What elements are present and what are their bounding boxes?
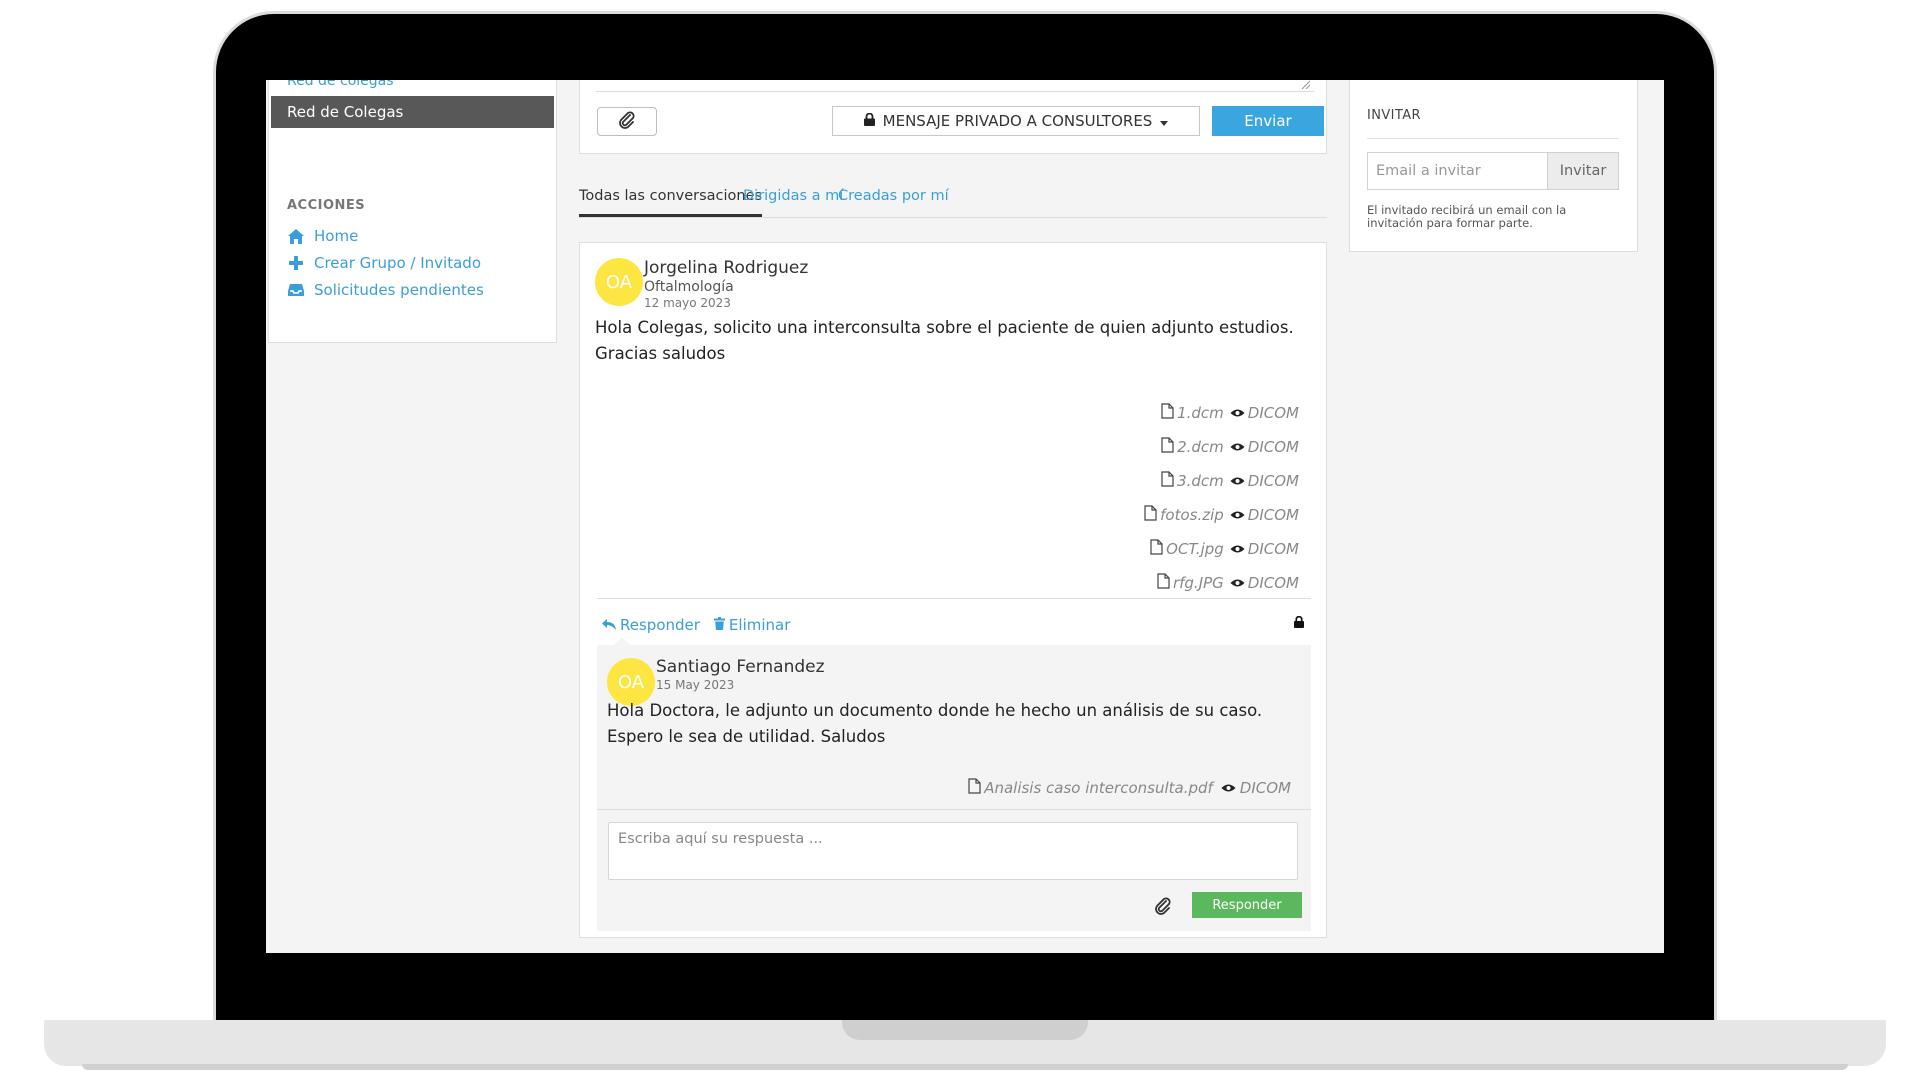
dicom-viewer-link[interactable]: DICOM bbox=[1230, 540, 1299, 558]
caret-down-icon bbox=[1160, 112, 1169, 130]
compose-box: MENSAJE PRIVADO A CONSULTORES Enviar bbox=[579, 80, 1327, 154]
sidebar-link-red-de-colegas[interactable]: Red de colegas bbox=[287, 80, 394, 89]
eye-icon bbox=[1230, 472, 1245, 490]
attachment-file-link[interactable]: 1.dcm bbox=[1161, 403, 1224, 423]
left-sidebar: Red de colegas Red de Colegas ACCIONES H… bbox=[268, 80, 557, 343]
dicom-viewer-link[interactable]: DICOM bbox=[1230, 574, 1299, 592]
tab-created-by-me[interactable]: Creadas por mí bbox=[838, 188, 949, 214]
post-body: Hola Colegas, solicito una interconsulta… bbox=[595, 318, 1294, 363]
attachment-row: 1.dcm DICOM bbox=[1079, 396, 1299, 430]
attachment-file-link[interactable]: OCT.jpg bbox=[1150, 539, 1224, 559]
reply-send-button[interactable]: Responder bbox=[1192, 892, 1302, 918]
trash-icon bbox=[713, 616, 725, 634]
file-icon bbox=[968, 778, 981, 798]
file-icon bbox=[1161, 403, 1174, 423]
dicom-viewer-link[interactable]: DICOM bbox=[1230, 438, 1299, 456]
invite-panel: INVITAR Email a invitar Invitar El invit… bbox=[1349, 80, 1638, 252]
privacy-select-label: MENSAJE PRIVADO A CONSULTORES bbox=[882, 112, 1153, 130]
post-actions: Responder Eliminar bbox=[602, 616, 790, 634]
sidebar-item-label: Solicitudes pendientes bbox=[314, 281, 484, 299]
file-icon bbox=[1144, 505, 1157, 525]
laptop-base-shadow bbox=[82, 1064, 1848, 1070]
file-icon bbox=[1161, 437, 1174, 457]
inbox-icon bbox=[287, 281, 305, 299]
post-date: 12 mayo 2023 bbox=[644, 296, 731, 310]
eye-icon bbox=[1230, 506, 1245, 524]
privacy-select[interactable]: MENSAJE PRIVADO A CONSULTORES bbox=[832, 106, 1200, 136]
attachment-file-link[interactable]: rfg.JPG bbox=[1157, 573, 1224, 593]
file-icon bbox=[1161, 471, 1174, 491]
sidebar-item-pending-requests[interactable]: Solicitudes pendientes bbox=[287, 281, 484, 299]
conversation-thread: OA Jorgelina Rodriguez Oftalmología 12 m… bbox=[579, 242, 1327, 938]
paperclip-icon[interactable] bbox=[1154, 897, 1172, 919]
attachment-row: 3.dcm DICOM bbox=[1079, 464, 1299, 498]
reply-attachment-row: Analisis caso interconsulta.pdf DICOM bbox=[968, 778, 1291, 798]
dicom-viewer-link[interactable]: DICOM bbox=[1230, 472, 1299, 490]
app-screen: Red de colegas Red de Colegas ACCIONES H… bbox=[266, 80, 1664, 953]
attachment-file-link[interactable]: 2.dcm bbox=[1161, 437, 1224, 457]
reply-author: Santiago Fernandez bbox=[656, 657, 825, 677]
compose-textarea[interactable] bbox=[596, 80, 1314, 92]
invite-email-input[interactable]: Email a invitar bbox=[1367, 152, 1547, 190]
sidebar-item-create-group[interactable]: Crear Grupo / Invitado bbox=[287, 254, 481, 272]
attachment-file-link[interactable]: fotos.zip bbox=[1144, 505, 1224, 525]
file-icon bbox=[1157, 573, 1170, 593]
post-specialty: Oftalmología bbox=[644, 279, 734, 295]
conversation-tabs: Todas las conversaciones Dirigidas a mí … bbox=[579, 180, 1327, 218]
sidebar-item-label: Home bbox=[314, 227, 359, 245]
post-author: Jorgelina Rodriguez bbox=[644, 258, 809, 278]
attachment-row: OCT.jpg DICOM bbox=[1079, 532, 1299, 566]
resize-grip-icon[interactable] bbox=[1300, 80, 1310, 89]
plus-icon bbox=[287, 254, 305, 272]
invite-title: INVITAR bbox=[1367, 108, 1421, 123]
delete-link[interactable]: Eliminar bbox=[713, 616, 790, 634]
reply-caret bbox=[614, 637, 630, 645]
dicom-viewer-link[interactable]: DICOM bbox=[1230, 404, 1299, 422]
dicom-viewer-link[interactable]: DICOM bbox=[1221, 779, 1291, 797]
attach-button[interactable] bbox=[597, 107, 657, 136]
attachment-list: 1.dcm DICOM 2.dcm DICOM 3.dcm DICOM foto… bbox=[1079, 396, 1299, 600]
eye-icon bbox=[1230, 574, 1245, 592]
tab-all-conversations[interactable]: Todas las conversaciones bbox=[579, 188, 763, 217]
avatar: OA bbox=[595, 258, 643, 306]
eye-icon bbox=[1230, 438, 1245, 456]
reply-link[interactable]: Responder bbox=[602, 616, 700, 634]
attachment-row: 2.dcm DICOM bbox=[1079, 430, 1299, 464]
reply-block: OA Santiago Fernandez 15 May 2023 Hola D… bbox=[597, 645, 1311, 931]
reply-icon bbox=[602, 616, 616, 634]
lock-icon bbox=[1294, 613, 1304, 632]
tab-directed-to-me[interactable]: Dirigidas a mí bbox=[743, 188, 843, 214]
divider bbox=[1367, 138, 1619, 139]
divider bbox=[597, 598, 1311, 599]
invite-note: El invitado recibirá un email con la inv… bbox=[1367, 203, 1567, 230]
dicom-viewer-link[interactable]: DICOM bbox=[1230, 506, 1299, 524]
actions-heading: ACCIONES bbox=[287, 198, 366, 213]
eye-icon bbox=[1230, 404, 1245, 422]
home-icon bbox=[287, 227, 305, 245]
attachment-file-link[interactable]: 3.dcm bbox=[1161, 471, 1224, 491]
eye-icon bbox=[1221, 779, 1236, 797]
reply-date: 15 May 2023 bbox=[656, 678, 735, 692]
sidebar-item-red-de-colegas[interactable]: Red de Colegas bbox=[271, 96, 554, 128]
attachment-row: fotos.zip DICOM bbox=[1079, 498, 1299, 532]
file-icon bbox=[1150, 539, 1163, 559]
sidebar-item-label: Crear Grupo / Invitado bbox=[314, 254, 481, 272]
send-button[interactable]: Enviar bbox=[1212, 106, 1324, 136]
attachment-file-link[interactable]: Analisis caso interconsulta.pdf bbox=[968, 778, 1213, 798]
invite-button[interactable]: Invitar bbox=[1547, 152, 1619, 190]
sidebar-item-home[interactable]: Home bbox=[287, 227, 358, 245]
eye-icon bbox=[1230, 540, 1245, 558]
divider bbox=[597, 809, 1311, 810]
attachment-row: rfg.JPG DICOM bbox=[1079, 566, 1299, 600]
paperclip-icon bbox=[618, 111, 636, 133]
laptop-notch bbox=[842, 1020, 1088, 1040]
lock-icon bbox=[863, 112, 875, 130]
reply-body: Hola Doctora, le adjunto un documento do… bbox=[607, 701, 1263, 746]
reply-textarea[interactable]: Escriba aquí su respuesta ... bbox=[608, 822, 1298, 880]
